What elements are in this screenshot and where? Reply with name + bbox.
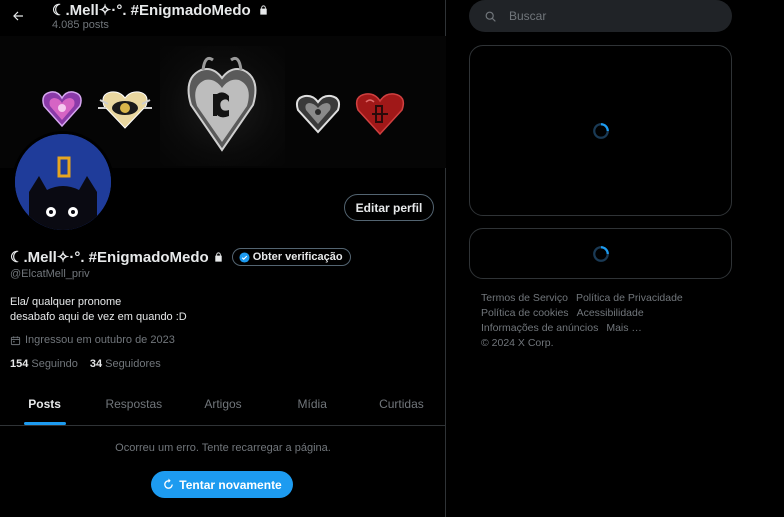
footer-copyright: © 2024 X Corp. [481,337,554,349]
following-label: Seguindo [31,358,78,370]
loading-spinner-icon [592,245,609,262]
tab-likes[interactable]: Curtidas [357,383,446,425]
get-verified-label: Obter verificação [252,251,343,263]
profile-handle: @ElcatMell_priv [10,268,90,280]
tab-media[interactable]: Mídia [268,383,357,425]
sidebar-footer: Termos de Serviço Política de Privacidade… [481,291,726,351]
display-name: ☾.Mell✧·°. #EnigmadoMedo [10,249,209,266]
followers-link[interactable]: 34 Seguidores [90,358,161,370]
eye-heart-artwork [98,91,152,129]
following-count: 154 [10,358,29,370]
footer-link-terms[interactable]: Termos de Serviço [481,292,568,304]
footer-link-privacy[interactable]: Política de Privacidade [576,292,683,304]
arrow-left-icon [13,11,23,21]
edit-profile-button[interactable]: Editar perfil [344,194,434,221]
footer-link-ads-info[interactable]: Informações de anúncios [481,322,598,334]
tab-articles[interactable]: Artigos [178,383,267,425]
sidebar-panel-loading [469,228,732,279]
search-bar[interactable] [469,0,732,32]
verified-badge-icon [239,251,250,263]
retry-label: Tentar novamente [179,477,282,492]
footer-link-accessibility[interactable]: Acessibilidade [577,307,644,319]
following-link[interactable]: 154 Seguindo [10,358,78,370]
silver-heart-artwork [295,94,341,134]
loading-spinner-icon [592,122,609,139]
bio-line: Ela/ qualquer pronome [10,296,122,308]
tab-posts[interactable]: Posts [0,383,89,425]
search-icon [485,11,496,22]
footer-link-cookies[interactable]: Política de cookies [481,307,569,319]
tab-replies[interactable]: Respostas [89,383,178,425]
footer-link-more[interactable]: Mais … [606,322,642,334]
avatar-artwork [15,134,111,230]
profile-avatar[interactable] [12,131,114,233]
join-date: Ingressou em outubro de 2023 [10,334,175,346]
profile-column: ☾.Mell✧·°. #EnigmadoMedo 4.085 posts Edi… [0,0,446,517]
retry-button[interactable]: Tentar novamente [151,471,293,498]
feed-error-message: Ocorreu um erro. Tente recarregar a pági… [115,442,331,454]
search-input[interactable] [509,9,709,23]
calendar-icon [10,335,21,345]
lock-icon [260,5,267,15]
profile-name-row: ☾.Mell✧·°. #EnigmadoMedo Obter verificaç… [10,248,351,266]
red-heart-artwork [355,93,405,136]
header-title: ☾.Mell✧·°. #EnigmadoMedo [52,1,269,19]
get-verified-button[interactable]: Obter verificação [231,248,351,266]
follow-stats: 154 Seguindo 34 Seguidores [10,358,161,370]
back-button[interactable] [4,2,32,30]
profile-bio: Ela/ qualquer pronome desabafo aqui de v… [10,295,187,325]
header-title-text: ☾.Mell✧·°. #EnigmadoMedo [52,2,251,19]
profile-tabs: Posts Respostas Artigos Mídia Curtidas [0,383,446,426]
profile-header-bar: ☾.Mell✧·°. #EnigmadoMedo 4.085 posts [0,0,446,36]
lock-icon [213,251,224,263]
sidebar-panel-loading [469,45,732,216]
purple-heart-artwork [42,91,82,128]
bio-line: desabafo aqui de vez em quando :D [10,311,187,323]
followers-label: Seguidores [105,358,161,370]
c-emblem-heart-artwork [187,56,257,152]
posts-count: 4.085 posts [52,19,109,31]
followers-count: 34 [89,358,103,370]
join-date-text: Ingressou em outubro de 2023 [25,334,175,346]
refresh-icon [164,478,174,489]
